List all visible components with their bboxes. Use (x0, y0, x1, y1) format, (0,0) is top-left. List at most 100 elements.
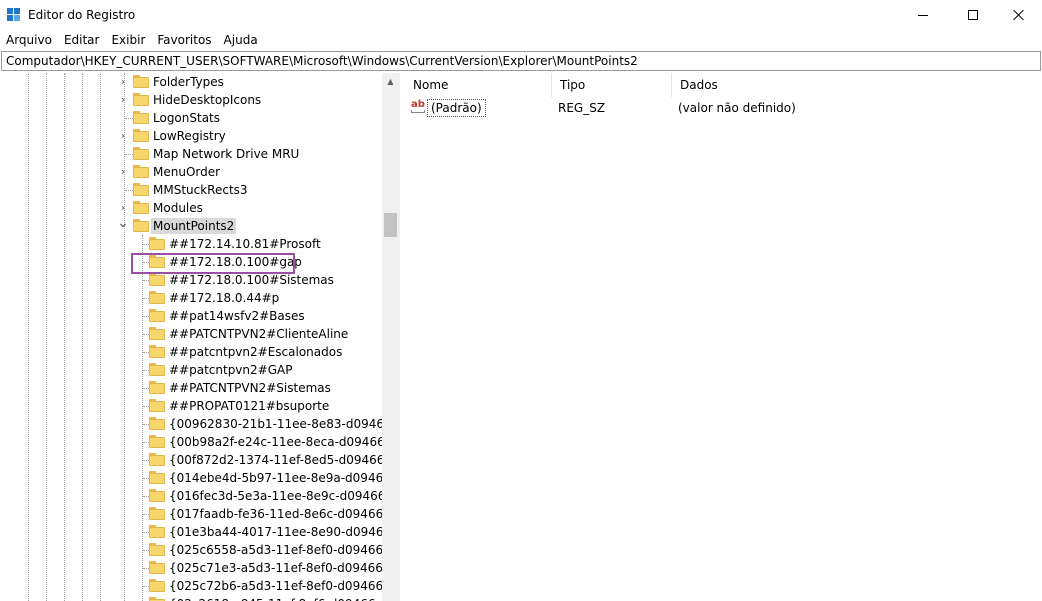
folder-icon (133, 201, 149, 214)
folder-icon (133, 219, 149, 232)
folder-icon (133, 165, 149, 178)
folder-icon (149, 561, 165, 574)
tree-item-label: {025c72b6-a5d3-11ef-8ef0-d09466a6533f (169, 579, 398, 593)
string-value-icon: ab (411, 100, 427, 114)
folder-icon (133, 75, 149, 88)
address-bar[interactable]: Computador\HKEY_CURRENT_USER\SOFTWARE\Mi… (1, 51, 1041, 71)
tree-item-label: LogonStats (153, 111, 221, 125)
menu-exibir[interactable]: Exibir (105, 30, 151, 50)
minimize-button[interactable] (900, 0, 946, 30)
key-tree[interactable]: › FolderTypes › HideDesktopIcons LogonStats ›… (0, 73, 398, 601)
maximize-icon (968, 10, 978, 20)
tree-item-label: {02c2618-a845-11ef-8ef6-d09466a6533f (167, 596, 398, 601)
minimize-icon (918, 14, 928, 16)
folder-icon (149, 291, 165, 304)
maximize-button[interactable] (950, 0, 996, 30)
tree-item-label: HideDesktopIcons (153, 93, 262, 107)
tree-item[interactable]: ##PATCNTPVN2#Sistemas (0, 379, 382, 397)
tree-item[interactable]: {00b98a2f-e24c-11ee-8eca-d09466a6533f (0, 433, 398, 451)
tree-item[interactable]: ##pat14wsfv2#Bases (0, 307, 382, 325)
tree-item[interactable]: › LowRegistry (0, 127, 382, 145)
tree-item-label: MenuOrder (153, 165, 221, 179)
close-icon (1013, 9, 1025, 21)
folder-icon (133, 111, 149, 124)
folder-icon (133, 129, 149, 142)
tree-item[interactable]: {025c6558-a5d3-11ef-8ef0-d09466a6533f (0, 541, 398, 559)
chevron-right-icon[interactable]: › (117, 202, 129, 214)
folder-icon (149, 579, 165, 592)
folder-icon (149, 309, 165, 322)
folder-icon (149, 525, 165, 538)
folder-icon (149, 453, 165, 466)
tree-item[interactable]: ##172.14.10.81#Prosoft (0, 235, 382, 253)
tree-item-label: ##172.18.0.100#Sistemas (169, 273, 334, 287)
tree-item[interactable]: › FolderTypes (0, 73, 382, 91)
tree-item[interactable]: {016fec3d-5e3a-11ee-8e9c-d09466a6533f (0, 487, 398, 505)
tree-item[interactable]: {00f872d2-1374-11ef-8ed5-d09466a6533f (0, 451, 398, 469)
tree-item-label: MountPoints2 (151, 218, 237, 234)
tree-item-label: {014ebe4d-5b97-11ee-8e9a-d09466a6533f (169, 471, 398, 485)
tree-item[interactable]: {025c72b6-a5d3-11ef-8ef0-d09466a6533f (0, 577, 398, 595)
folder-icon (133, 93, 149, 106)
column-header-type[interactable]: Tipo (552, 73, 672, 97)
tree-item[interactable]: {014ebe4d-5b97-11ee-8e9a-d09466a6533f (0, 469, 398, 487)
menu-arquivo[interactable]: Arquivo (0, 30, 58, 50)
close-button[interactable] (996, 0, 1042, 30)
tree-item-label: {016fec3d-5e3a-11ee-8e9c-d09466a6533f (169, 489, 398, 503)
tree-item[interactable]: {01e3ba44-4017-11ee-8e90-d09466a6533f (0, 523, 398, 541)
tree-item-label: {025c71e3-a5d3-11ef-8ef0-d09466a6533f (169, 561, 398, 575)
tree-item[interactable]: › Modules (0, 199, 382, 217)
tree-item-label: {00b98a2f-e24c-11ee-8eca-d09466a6533f (169, 435, 398, 449)
tree-item-label: ##PROPAT0121#bsuporte (169, 399, 330, 413)
chevron-right-icon[interactable]: › (117, 166, 129, 178)
tree-item[interactable]: Map Network Drive MRU (0, 145, 382, 163)
tree-item[interactable]: MMStuckRects3 (0, 181, 382, 199)
tree-item[interactable]: › HideDesktopIcons (0, 91, 382, 109)
tree-item[interactable]: {025c71e3-a5d3-11ef-8ef0-d09466a6533f (0, 559, 398, 577)
title-bar: Editor do Registro (0, 0, 1042, 30)
chevron-right-icon[interactable]: › (117, 76, 129, 88)
tree-item[interactable]: LogonStats (0, 109, 382, 127)
tree-item[interactable]: › MenuOrder (0, 163, 382, 181)
value-type: REG_SZ (558, 101, 606, 115)
tree-item[interactable]: {00962830-21b1-11ee-8e83-d09466a6533f (0, 415, 398, 433)
tree-item[interactable]: ##patcntpvn2#GAP (0, 361, 382, 379)
chevron-down-icon[interactable]: ⌄ (117, 216, 129, 232)
folder-icon (149, 597, 165, 601)
folder-icon (133, 183, 149, 196)
tree-scrollbar[interactable]: ▲ (382, 73, 399, 601)
column-header-name[interactable]: Nome (405, 73, 552, 97)
folder-icon (149, 435, 165, 448)
value-name: (Padrão) (427, 99, 486, 117)
tree-item-label: ##172.14.10.81#Prosoft (169, 237, 321, 251)
tree-item[interactable]: ##PROPAT0121#bsuporte (0, 397, 382, 415)
tree-item-label: Modules (153, 201, 203, 215)
folder-icon (149, 381, 165, 394)
tree-item[interactable]: ##patcntpvn2#Escalonados (0, 343, 382, 361)
value-data: (valor não definido) (678, 101, 796, 115)
tree-item[interactable]: {02c2618-a845-11ef-8ef6-d09466a6533f (0, 595, 398, 601)
tree-item[interactable]: ##172.18.0.44#p (0, 289, 382, 307)
scrollbar-thumb[interactable] (384, 213, 397, 237)
folder-icon (149, 327, 165, 340)
scroll-up-arrow-icon[interactable]: ▲ (382, 73, 399, 90)
folder-icon (149, 471, 165, 484)
tree-item-label: {01e3ba44-4017-11ee-8e90-d09466a6533f (169, 525, 398, 539)
tree-item-label: ##pat14wsfv2#Bases (169, 309, 305, 323)
menu-ajuda[interactable]: Ajuda (218, 30, 264, 50)
tree-item[interactable]: ##PATCNTPVN2#ClienteAline (0, 325, 382, 343)
tree-item-label: ##patcntpvn2#Escalonados (169, 345, 343, 359)
folder-icon (149, 507, 165, 520)
chevron-right-icon[interactable]: › (117, 94, 129, 106)
value-row[interactable]: ab (Padrão) REG_SZ (valor não definido) (405, 97, 1042, 117)
tree-item-label: FolderTypes (153, 75, 224, 89)
tree-item[interactable]: ⌄ MountPoints2 (0, 216, 382, 235)
tree-item[interactable]: {017faadb-fe36-11ed-8e6c-d09466a6533f (0, 505, 398, 523)
menu-editar[interactable]: Editar (58, 30, 106, 50)
tree-item-label: MMStuckRects3 (153, 183, 248, 197)
menu-favoritos[interactable]: Favoritos (151, 30, 217, 50)
registry-editor-icon (7, 8, 21, 22)
chevron-right-icon[interactable]: › (117, 130, 129, 142)
folder-icon (149, 273, 165, 286)
column-header-data[interactable]: Dados (672, 73, 1042, 97)
